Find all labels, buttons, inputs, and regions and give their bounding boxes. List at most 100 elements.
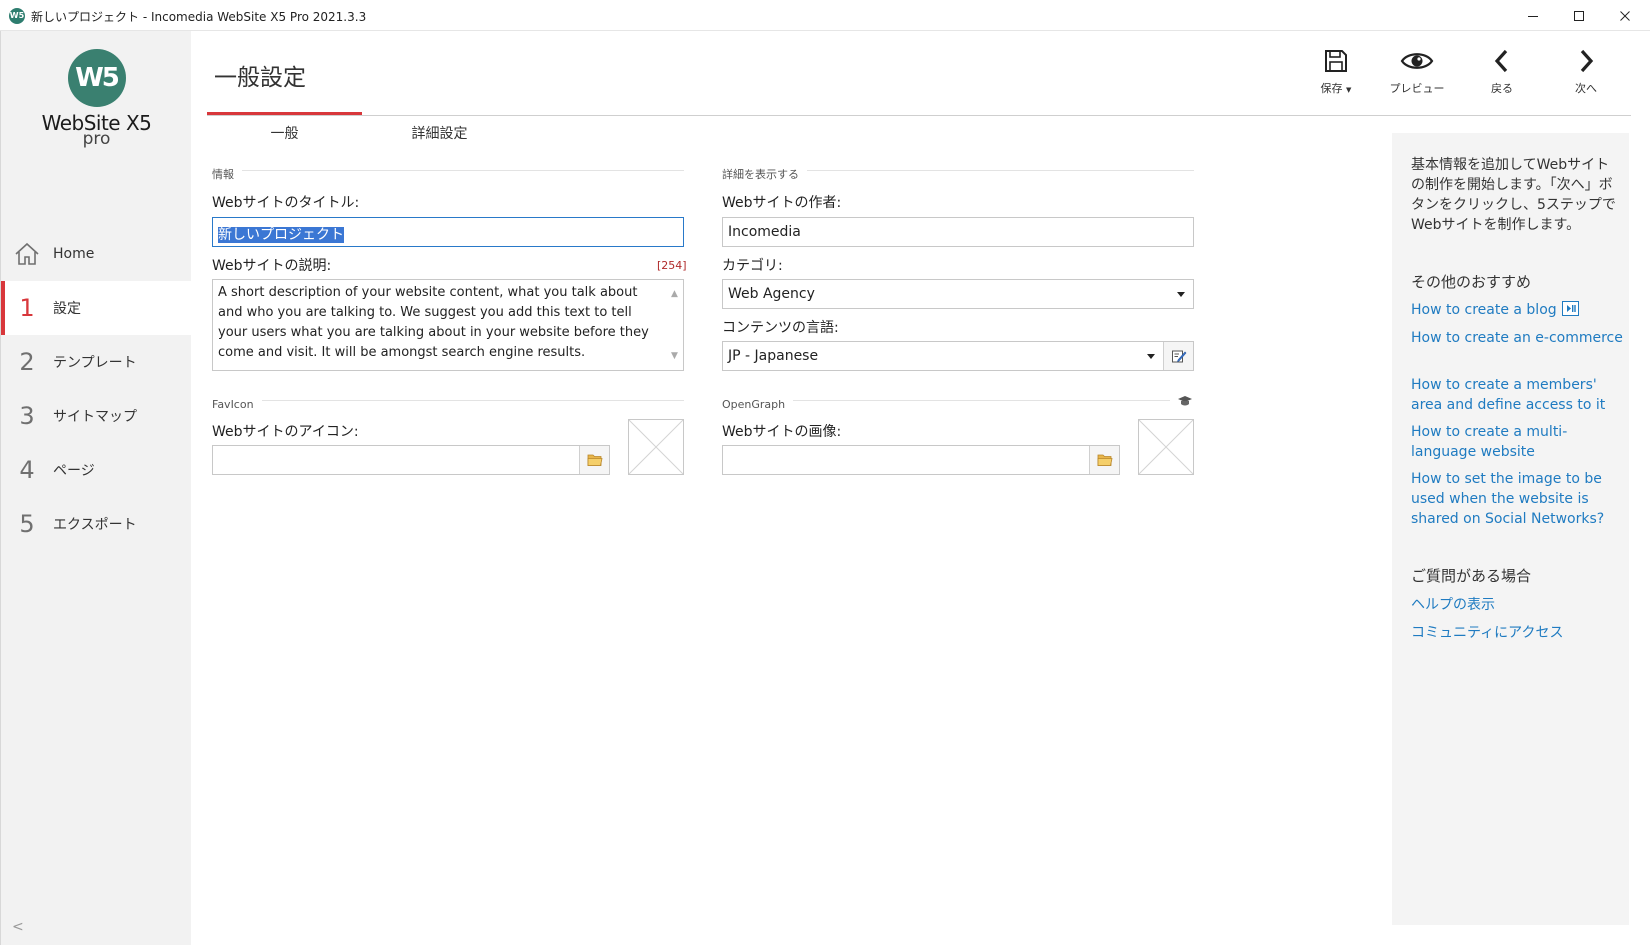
page-title: 一般設定 (214, 65, 306, 91)
tab-general[interactable]: 一般 (207, 112, 362, 144)
title-bar: W5 新しいプロジェクト - Incomedia WebSite X5 Pro … (0, 0, 1650, 31)
save-dropdown-icon[interactable]: ▼ (1346, 86, 1351, 94)
help-link-ecommerce[interactable]: How to create an e-commerce (1411, 328, 1623, 348)
nav-step-settings[interactable]: 1 設定 (1, 281, 192, 335)
help-link-multilanguage[interactable]: How to create a multi-language website (1411, 422, 1623, 462)
chevron-down-icon (1177, 292, 1185, 297)
window-title: 新しいプロジェクト - Incomedia WebSite X5 Pro 202… (31, 10, 367, 24)
section-opengraph-heading: OpenGraph (722, 393, 1170, 411)
nav-step-number: 3 (19, 402, 35, 430)
description-label: Webサイトの説明: (212, 258, 332, 274)
back-label: 戻る (1491, 82, 1513, 95)
favicon-path-input[interactable] (212, 445, 610, 475)
image-placeholder-icon (628, 419, 684, 475)
favicon-browse-button[interactable] (579, 446, 609, 474)
opengraph-path-input[interactable] (722, 445, 1120, 475)
chevron-right-icon (1580, 49, 1594, 73)
nav-home-label: Home (53, 246, 95, 262)
folder-icon (587, 454, 602, 466)
image-placeholder-icon (1138, 419, 1194, 475)
help-link-blog[interactable]: How to create a blog (1411, 300, 1623, 322)
logo-mark: W5 (67, 49, 126, 107)
nav-step-sitemap[interactable]: 3 サイトマップ (1, 389, 192, 443)
section-details-heading: 詳細を表示する (722, 163, 1194, 181)
website-title-value: 新しいプロジェクト (218, 227, 344, 243)
category-label: カテゴリ: (722, 258, 783, 274)
logo-mark-text: W5 (75, 63, 120, 93)
minimize-icon (1528, 15, 1538, 17)
opengraph-browse-button[interactable] (1089, 446, 1119, 474)
opengraph-preview[interactable] (1138, 419, 1194, 475)
title-label: Webサイトのタイトル: (212, 195, 360, 211)
app-icon: W5 (9, 8, 25, 24)
academy-icon[interactable] (1177, 393, 1193, 409)
eye-icon (1400, 53, 1434, 69)
collapse-sidebar-button[interactable]: < (12, 919, 24, 935)
video-icon (1561, 301, 1579, 322)
chevron-left-icon (1494, 49, 1508, 73)
website-description-textarea[interactable]: A short description of your website cont… (212, 279, 684, 371)
language-label: コンテンツの言語: (722, 320, 839, 336)
help-link-social-image[interactable]: How to set the image to be used when the… (1411, 469, 1623, 529)
preview-label: プレビュー (1389, 82, 1445, 95)
author-input[interactable]: Incomedia (722, 217, 1194, 247)
maximize-button[interactable] (1556, 0, 1602, 31)
help-link-members-area[interactable]: How to create a members' area and define… (1411, 375, 1623, 415)
next-button[interactable]: 次へ (1550, 48, 1622, 96)
edit-language-button[interactable] (1163, 342, 1193, 370)
category-select[interactable]: Web Agency (722, 279, 1194, 309)
tab-general-label: 一般 (270, 126, 299, 142)
author-label: Webサイトの作者: (722, 195, 842, 211)
close-icon (1620, 10, 1630, 21)
help-link-community[interactable]: コミュニティにアクセス (1411, 623, 1623, 643)
step-nav: Home 1 設定 2 テンプレート 3 サイトマップ 4 ページ 5 エクスポ… (1, 227, 192, 551)
nav-step-number: 1 (19, 294, 35, 322)
edit-icon (1171, 350, 1186, 363)
description-scrollbar[interactable]: ▲ ▼ (667, 280, 683, 370)
website-title-input[interactable]: 新しいプロジェクト (212, 217, 684, 247)
category-value: Web Agency (728, 286, 815, 302)
help-panel: 基本情報を追加してWebサイトの制作を開始します。「次へ」ボタンをクリックし、5… (1392, 133, 1629, 925)
save-button[interactable]: 保存 ▼ (1300, 48, 1372, 96)
description-char-counter: [254] (657, 259, 687, 272)
language-value: JP - Japanese (728, 348, 819, 364)
nav-home[interactable]: Home (1, 227, 192, 281)
favicon-preview[interactable] (628, 419, 684, 475)
nav-step-label: エクスポート (53, 517, 137, 533)
favicon-label: Webサイトのアイコン: (212, 424, 359, 440)
help-link-show-help[interactable]: ヘルプの表示 (1411, 595, 1623, 615)
nav-step-export[interactable]: 5 エクスポート (1, 497, 192, 551)
nav-step-label: 設定 (53, 301, 81, 317)
nav-step-number: 2 (19, 348, 35, 376)
home-icon (1, 242, 53, 266)
next-label: 次へ (1575, 82, 1597, 95)
section-favicon-heading: FavIcon (212, 393, 684, 411)
tab-advanced-label: 詳細設定 (411, 126, 468, 142)
nav-step-label: ページ (53, 463, 95, 479)
close-button[interactable] (1602, 0, 1648, 31)
nav-step-template[interactable]: 2 テンプレート (1, 335, 192, 389)
nav-step-pages[interactable]: 4 ページ (1, 443, 192, 497)
save-label: 保存 (1320, 82, 1343, 95)
nav-step-number: 5 (19, 510, 35, 538)
opengraph-label: Webサイトの画像: (722, 424, 842, 440)
tab-advanced[interactable]: 詳細設定 (362, 112, 517, 144)
chevron-down-icon (1147, 354, 1155, 359)
section-info-heading: 情報 (212, 163, 684, 181)
website-description-value: A short description of your website cont… (218, 285, 649, 360)
folder-icon (1097, 454, 1112, 466)
nav-step-label: テンプレート (53, 355, 137, 371)
help-question-title: ご質問がある場合 (1411, 567, 1532, 585)
nav-step-label: サイトマップ (53, 409, 137, 425)
sidebar: W5 WebSite X5 pro Home 1 設定 2 テンプレート 3 サ… (0, 31, 192, 945)
preview-button[interactable]: プレビュー (1381, 48, 1453, 96)
language-select[interactable]: JP - Japanese (722, 341, 1194, 371)
help-recommend-title: その他のおすすめ (1411, 273, 1532, 291)
back-button[interactable]: 戻る (1466, 48, 1538, 96)
nav-step-number: 4 (19, 456, 35, 484)
help-intro: 基本情報を追加してWebサイトの制作を開始します。「次へ」ボタンをクリックし、5… (1411, 157, 1616, 233)
save-icon (1325, 50, 1347, 72)
minimize-button[interactable] (1510, 0, 1556, 31)
app-logo: W5 WebSite X5 pro (1, 49, 192, 149)
logo-edition: pro (82, 129, 111, 149)
